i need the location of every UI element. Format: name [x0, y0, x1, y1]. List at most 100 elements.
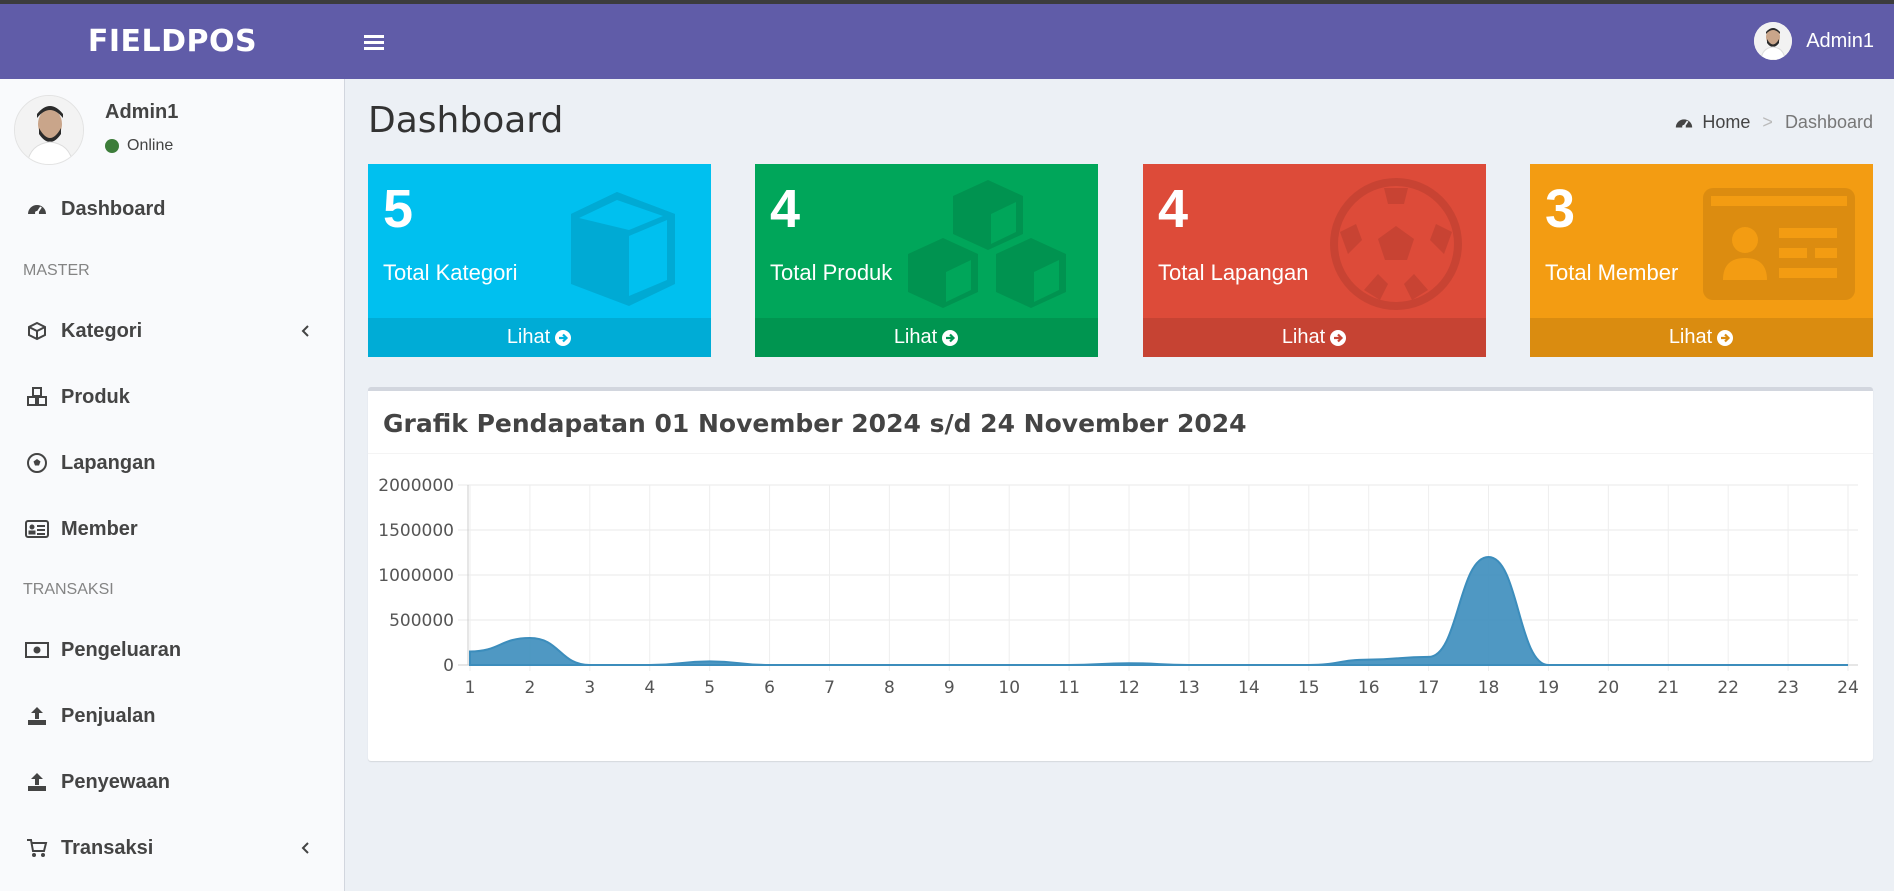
online-status: Online [105, 137, 173, 155]
sidebar-item-transaksi[interactable]: Transaksi [0, 822, 344, 874]
sidebar-user-name: Admin1 [105, 101, 179, 123]
sidebar-item-penyewaan[interactable]: Penyewaan [0, 756, 344, 808]
chevron-left-icon [296, 321, 316, 341]
sidebar-item-label: Pengeluaran [61, 638, 182, 661]
x-tick-label: 9 [944, 678, 955, 698]
stat-more-link[interactable]: Lihat [1143, 318, 1486, 357]
avatar [14, 95, 84, 165]
chevron-left-icon [296, 838, 316, 858]
x-tick-label: 10 [998, 678, 1020, 698]
sidebar-item-label: Lapangan [61, 451, 156, 474]
upload-icon [25, 770, 49, 794]
x-tick-label: 18 [1478, 678, 1500, 698]
sidebar-item-label: Dashboard [61, 197, 166, 220]
cube-icon [25, 319, 49, 343]
cube-icon [551, 174, 691, 314]
cart-icon [25, 836, 49, 860]
x-tick-label: 6 [764, 678, 775, 698]
upload-icon [25, 704, 49, 728]
page-title: Dashboard [368, 100, 564, 141]
dashboard-icon [25, 197, 49, 221]
stat-value: 5 [383, 179, 414, 239]
sidebar-item-dashboard[interactable]: Dashboard [0, 183, 344, 235]
x-tick-label: 5 [704, 678, 715, 698]
x-tick-label: 21 [1657, 678, 1679, 698]
sidebar-item-label: Produk [61, 385, 130, 408]
stat-value: 4 [770, 179, 801, 239]
x-tick-label: 3 [584, 678, 595, 698]
breadcrumb: Home > Dashboard [1674, 112, 1873, 133]
x-tick-label: 13 [1178, 678, 1200, 698]
x-tick-label: 17 [1418, 678, 1440, 698]
stat-value: 4 [1158, 179, 1189, 239]
stat-box-member: 3 Total Member Lihat [1530, 164, 1873, 357]
x-tick-label: 14 [1238, 678, 1260, 698]
stat-box-produk: 4 Total Produk Lihat [755, 164, 1098, 357]
sidebar-item-produk[interactable]: Produk [0, 371, 344, 423]
sidebar-item-label: Member [61, 517, 138, 540]
stat-more-link[interactable]: Lihat [368, 318, 711, 357]
stat-label: Total Kategori [383, 260, 518, 285]
brand-logo[interactable]: FIELDPOS [0, 4, 345, 79]
chart-divider [368, 453, 1873, 454]
arrow-circle-right-icon [942, 329, 959, 346]
sidebar-item-pengeluaran[interactable]: Pengeluaran [0, 624, 344, 676]
id-card-icon [25, 517, 49, 541]
y-tick-label: 500000 [389, 611, 454, 631]
x-tick-label: 16 [1358, 678, 1380, 698]
x-tick-label: 24 [1837, 678, 1859, 698]
money-icon [25, 638, 49, 662]
breadcrumb-separator: > [1762, 112, 1773, 132]
revenue-chart-box: Grafik Pendapatan 01 November 2024 s/d 2… [368, 387, 1873, 761]
menu-header-transaksi: TRANSAKSI [23, 581, 114, 598]
breadcrumb-current: Dashboard [1784, 112, 1873, 132]
revenue-area-chart[interactable]: 20000001500000100000050000001 2 3 4 5 6 7 8 9 10 1… [368, 455, 1873, 761]
top-navbar: FIELDPOS Admin1 [0, 4, 1894, 79]
sidebar-item-label: Penyewaan [61, 770, 170, 793]
stat-box-kategori: 5 Total Kategori Lihat [368, 164, 711, 357]
x-tick-label: 15 [1298, 678, 1320, 698]
stat-link-label: Lihat [1281, 326, 1326, 348]
x-tick-label: 23 [1777, 678, 1799, 698]
sidebar-item-label: Transaksi [61, 836, 154, 859]
y-tick-label: 2000000 [378, 476, 454, 496]
dashboard-icon [1674, 113, 1694, 133]
x-tick-label: 20 [1598, 678, 1620, 698]
x-tick-label: 2 [524, 678, 535, 698]
soccer-ball-icon [1326, 174, 1466, 314]
arrow-circle-right-icon [1330, 329, 1347, 346]
menu-header-master: MASTER [23, 262, 90, 279]
cubes-icon [25, 385, 49, 409]
navbar-user-name: Admin1 [1806, 29, 1874, 52]
stat-label: Total Produk [770, 260, 893, 285]
user-panel: Admin1 Online [14, 95, 334, 165]
y-tick-label: 1000000 [378, 566, 454, 586]
stat-box-lapangan: 4 Total Lapangan Lihat [1143, 164, 1486, 357]
x-tick-label: 19 [1538, 678, 1560, 698]
user-menu[interactable]: Admin1 [1754, 20, 1874, 62]
stat-more-link[interactable]: Lihat [755, 318, 1098, 357]
sidebar-item-kategori[interactable]: Kategori [0, 305, 344, 357]
x-tick-label: 7 [824, 678, 835, 698]
sidebar-item-label: Kategori [61, 319, 143, 342]
x-tick-label: 11 [1058, 678, 1080, 698]
x-tick-label: 8 [884, 678, 895, 698]
x-tick-label: 1 [465, 678, 476, 698]
breadcrumb-home-link[interactable]: Home [1702, 112, 1750, 133]
sidebar-item-member[interactable]: Member [0, 503, 344, 555]
sidebar-item-lapangan[interactable]: Lapangan [0, 437, 344, 489]
stat-more-link[interactable]: Lihat [1530, 318, 1873, 357]
arrow-circle-right-icon [1717, 329, 1734, 346]
sidebar-toggle-icon[interactable] [362, 26, 392, 56]
chart-title: Grafik Pendapatan 01 November 2024 s/d 2… [383, 409, 1247, 438]
stat-link-label: Lihat [506, 326, 551, 348]
cubes-icon [903, 178, 1073, 318]
stat-link-label: Lihat [1668, 326, 1713, 348]
stat-link-label: Lihat [893, 326, 938, 348]
sidebar-item-penjualan[interactable]: Penjualan [0, 690, 344, 742]
stat-value: 3 [1545, 179, 1576, 239]
y-tick-label: 1500000 [378, 521, 454, 541]
x-tick-label: 12 [1118, 678, 1140, 698]
avatar [1754, 22, 1793, 60]
y-tick-label: 0 [443, 656, 454, 676]
